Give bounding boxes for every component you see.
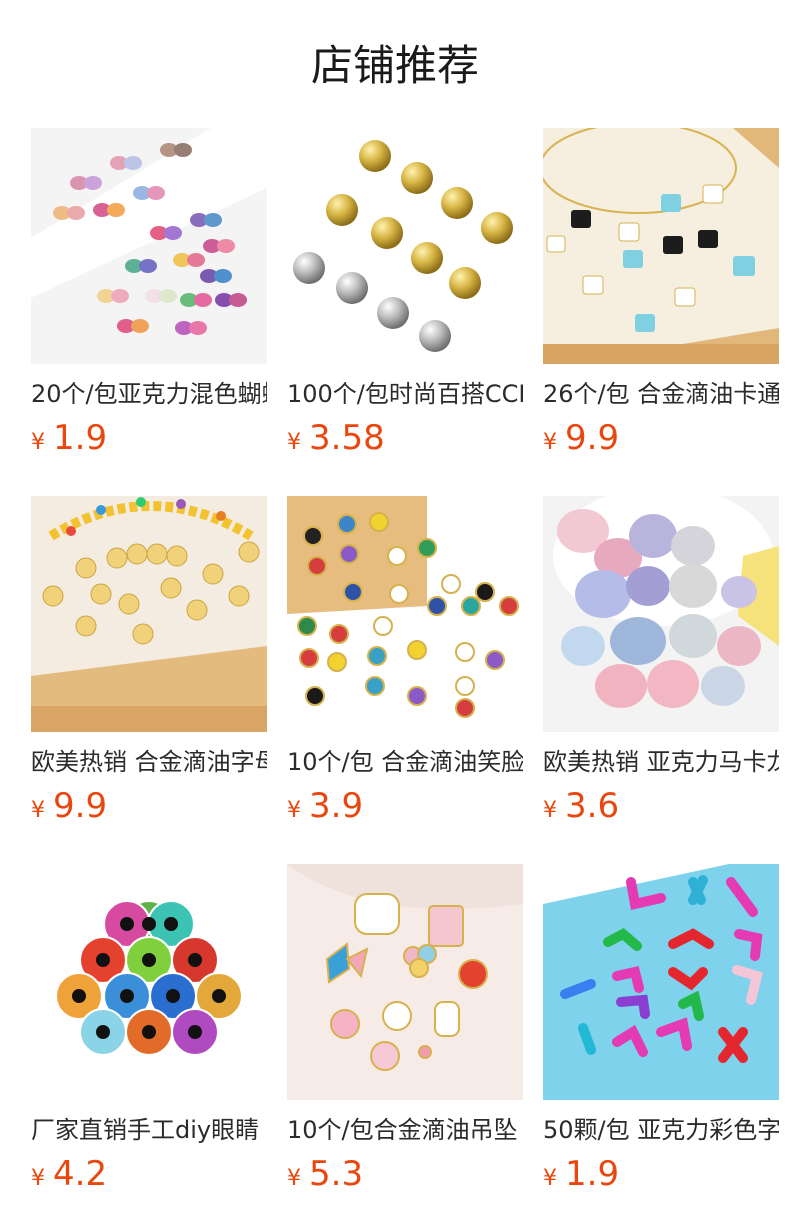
product-card[interactable]: 100个/包时尚百搭CCB ¥3.58: [287, 128, 523, 466]
price-value: 4.2: [53, 1154, 108, 1194]
product-image-macaron-beads[interactable]: [543, 496, 779, 732]
product-image-glass-eyes[interactable]: [31, 864, 267, 1100]
product-card[interactable]: 50颗/包 亚克力彩色字母 ¥1.9: [543, 864, 779, 1202]
price-value: 1.9: [53, 418, 108, 458]
product-card[interactable]: 20个/包亚克力混色蝴蝶 ¥1.9: [31, 128, 267, 466]
product-price: ¥3.6: [543, 784, 779, 834]
product-card[interactable]: 10个/包合金滴油吊坠 ¥5.3: [287, 864, 523, 1202]
product-name[interactable]: 欧美热销 亚克力马卡龙: [543, 746, 779, 778]
currency-symbol: ¥: [31, 430, 45, 455]
product-price: ¥3.9: [287, 784, 523, 834]
product-name[interactable]: 厂家直销手工diy眼睛: [31, 1114, 267, 1146]
product-price: ¥4.2: [31, 1152, 267, 1202]
price-value: 3.58: [309, 418, 385, 458]
price-value: 3.9: [309, 786, 364, 826]
product-name[interactable]: 20个/包亚克力混色蝴蝶: [31, 378, 267, 410]
price-value: 9.9: [565, 418, 620, 458]
product-card[interactable]: 欧美热销 亚克力马卡龙 ¥3.6: [543, 496, 779, 834]
product-name[interactable]: 100个/包时尚百搭CCB: [287, 378, 523, 410]
product-price: ¥9.9: [543, 416, 779, 466]
currency-symbol: ¥: [31, 798, 45, 823]
product-name[interactable]: 10个/包 合金滴油笑脸: [287, 746, 523, 778]
section-title: 店铺推荐: [310, 41, 479, 90]
currency-symbol: ¥: [543, 798, 557, 823]
currency-symbol: ¥: [287, 798, 301, 823]
currency-symbol: ¥: [543, 430, 557, 455]
product-card[interactable]: 10个/包 合金滴油笑脸 ¥3.9: [287, 496, 523, 834]
product-name[interactable]: 50颗/包 亚克力彩色字母: [543, 1114, 779, 1146]
price-value: 9.9: [53, 786, 108, 826]
price-value: 3.6: [565, 786, 620, 826]
currency-symbol: ¥: [287, 430, 301, 455]
product-card[interactable]: 26个/包 合金滴油卡通字母 ¥9.9: [543, 128, 779, 466]
product-price: ¥5.3: [287, 1152, 523, 1202]
product-card[interactable]: 厂家直销手工diy眼睛 ¥4.2: [31, 864, 267, 1202]
product-name[interactable]: 26个/包 合金滴油卡通字母: [543, 378, 779, 410]
product-image-letter-charms[interactable]: [543, 128, 779, 364]
product-image-butterfly[interactable]: [31, 128, 267, 364]
currency-symbol: ¥: [31, 1166, 45, 1191]
product-image-hearts[interactable]: [287, 128, 523, 364]
price-value: 5.3: [309, 1154, 364, 1194]
product-image-smiley-charms[interactable]: [287, 496, 523, 732]
product-card[interactable]: 欧美热销 合金滴油字母 ¥9.9: [31, 496, 267, 834]
currency-symbol: ¥: [543, 1166, 557, 1191]
price-value: 1.9: [565, 1154, 620, 1194]
product-price: ¥9.9: [31, 784, 267, 834]
product-image-letter-beads[interactable]: [31, 496, 267, 732]
currency-symbol: ¥: [287, 1166, 301, 1191]
product-image-acrylic-letters[interactable]: [543, 864, 779, 1100]
product-price: ¥1.9: [543, 1152, 779, 1202]
product-image-enamel-pendants[interactable]: [287, 864, 523, 1100]
product-price: ¥1.9: [31, 416, 267, 466]
product-price: ¥3.58: [287, 416, 523, 466]
product-name[interactable]: 10个/包合金滴油吊坠: [287, 1114, 523, 1146]
product-name[interactable]: 欧美热销 合金滴油字母: [31, 746, 267, 778]
